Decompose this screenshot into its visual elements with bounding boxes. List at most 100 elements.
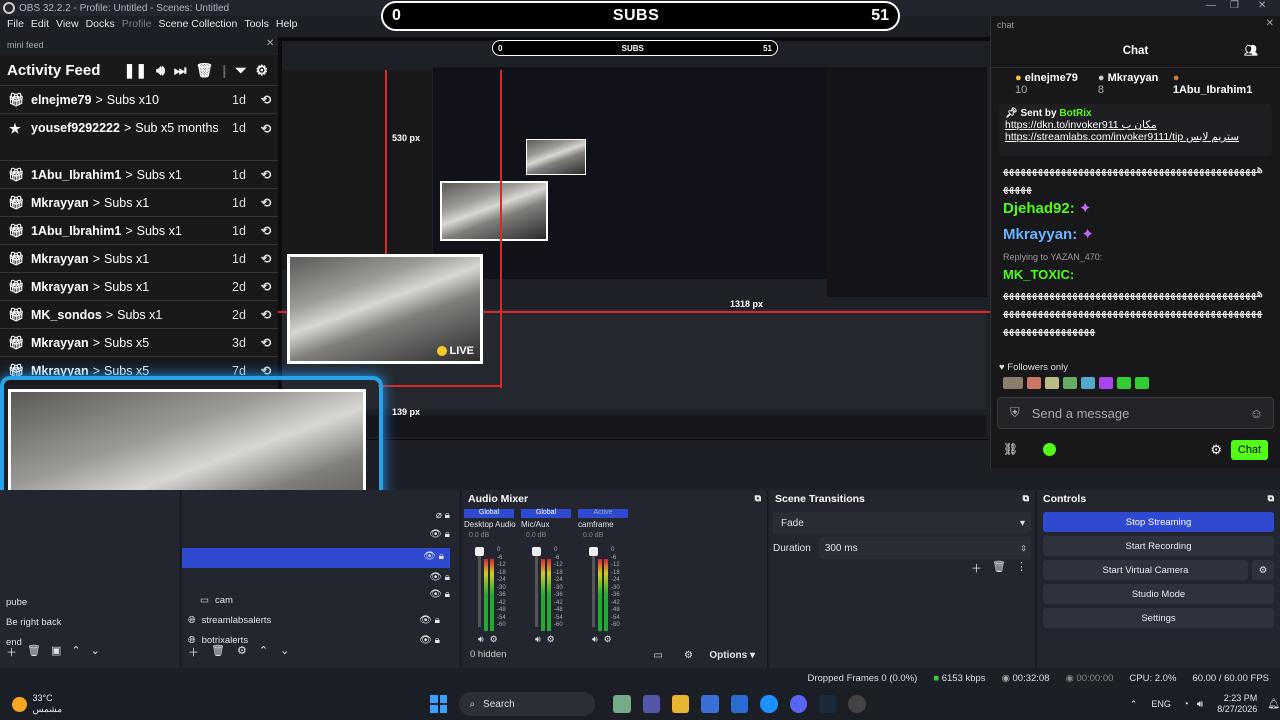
maximize-icon[interactable]: ❐ bbox=[1230, 0, 1239, 11]
minimize-icon[interactable]: — bbox=[1206, 0, 1216, 11]
volume-icon[interactable]: 🔊︎ bbox=[156, 62, 165, 79]
eye-icon[interactable]: ⌀ 🔒︎ bbox=[436, 510, 450, 521]
replay-icon[interactable]: ⟲ bbox=[254, 251, 278, 266]
channel-mode[interactable]: Global bbox=[521, 509, 571, 518]
more-icon[interactable]: ⋮ bbox=[1016, 560, 1027, 576]
mute-icon[interactable]: 🔊︎ bbox=[478, 634, 484, 645]
pause-icon[interactable]: ❚❚ bbox=[124, 62, 147, 79]
float-icon[interactable]: ⧉ bbox=[1268, 493, 1274, 504]
start-virtual-camera-button[interactable]: Start Virtual Camera bbox=[1043, 560, 1248, 580]
channel-settings-icon[interactable]: ⚙ bbox=[604, 634, 612, 645]
close-icon[interactable]: ✕ bbox=[1258, 0, 1266, 11]
scene-item[interactable]: pube bbox=[0, 592, 181, 612]
menu-view[interactable]: View bbox=[49, 16, 79, 32]
add-icon[interactable]: ＋ bbox=[6, 644, 17, 660]
close-dock-icon[interactable]: ✕ bbox=[266, 38, 274, 49]
advanced-icon[interactable]: ⚙ bbox=[684, 650, 693, 661]
studio-mode-button[interactable]: Studio Mode bbox=[1043, 584, 1274, 604]
channel-mode[interactable]: Active bbox=[578, 509, 628, 518]
up-icon[interactable]: ⌃ bbox=[71, 644, 80, 660]
add-icon[interactable]: ＋ bbox=[188, 644, 199, 660]
fader-handle[interactable] bbox=[475, 547, 484, 556]
add-icon[interactable]: ＋ bbox=[971, 560, 982, 576]
channel-name[interactable]: Mic/Aux bbox=[521, 520, 571, 529]
preview-webcam[interactable]: LIVE bbox=[287, 254, 483, 364]
trash-icon[interactable]: 🗑︎ bbox=[211, 644, 225, 660]
volume-fader[interactable] bbox=[589, 547, 598, 627]
start-icon[interactable] bbox=[430, 695, 448, 713]
trash-icon[interactable]: 🗑︎ bbox=[196, 62, 214, 79]
replay-icon[interactable]: ⟲ bbox=[254, 195, 278, 210]
tray-chevron-icon[interactable]: ⌃ bbox=[1130, 699, 1138, 710]
menu-edit[interactable]: Edit bbox=[24, 16, 49, 32]
replay-icon[interactable]: ⟲ bbox=[254, 279, 278, 294]
pinned-link[interactable]: https://dkn.to/invoker911 ﻣﻜﺎن ﺏ bbox=[1005, 119, 1266, 131]
chat-input[interactable]: ⛨ Send a message ☺ bbox=[997, 397, 1274, 429]
trash-icon[interactable]: 🗑︎ bbox=[27, 644, 41, 660]
notification-icon[interactable]: 🔔︎ bbox=[1267, 699, 1280, 710]
transition-select[interactable]: Fade ▾ bbox=[773, 512, 1031, 534]
store-icon[interactable] bbox=[701, 695, 719, 713]
replay-icon[interactable]: ⟲ bbox=[254, 167, 278, 182]
source-item[interactable]: 🌐︎ streamlabsalerts 👁︎ 🔒︎ bbox=[182, 610, 450, 630]
eye-icon[interactable]: 👁︎ 🔒︎ bbox=[429, 572, 450, 583]
channel-settings-icon[interactable]: ⚙ bbox=[490, 634, 498, 645]
float-icon[interactable]: ⧉ bbox=[1023, 493, 1029, 504]
mute-icon[interactable]: 🔊︎ bbox=[535, 634, 541, 645]
channel-settings-icon[interactable]: ⚙ bbox=[547, 634, 555, 645]
kick-icon[interactable] bbox=[1043, 443, 1056, 456]
language-indicator[interactable]: ENG bbox=[1151, 699, 1171, 709]
layout-icon[interactable]: ▭ bbox=[654, 650, 663, 661]
float-icon[interactable]: ⧉ bbox=[755, 493, 761, 504]
chrome-icon[interactable] bbox=[760, 695, 778, 713]
obs-taskbar-icon[interactable] bbox=[848, 695, 866, 713]
channel-name[interactable]: Desktop Audio bbox=[464, 520, 516, 529]
gear-icon[interactable]: ⚙ bbox=[1210, 442, 1222, 458]
discord-icon[interactable] bbox=[789, 695, 807, 713]
mail-icon[interactable] bbox=[730, 695, 749, 713]
volume-tray-icon[interactable]: 🔊︎ bbox=[1197, 699, 1203, 710]
replay-icon[interactable]: ⟲ bbox=[254, 307, 278, 322]
network-icon[interactable]: ◔ bbox=[1183, 699, 1189, 710]
duration-input[interactable]: 300 ms ⇳ bbox=[818, 537, 1031, 559]
replay-icon[interactable]: ⟲ bbox=[254, 92, 278, 107]
stream-preview[interactable]: 0 SUBS 51 530 px 1318 px 139 px LIVE bbox=[278, 37, 990, 440]
channel-name[interactable]: camframe bbox=[578, 520, 628, 529]
menu-docks[interactable]: Docks bbox=[79, 16, 115, 32]
emoji-icon[interactable]: ☺ bbox=[1250, 406, 1263, 421]
menu-file[interactable]: File bbox=[0, 16, 24, 32]
source-item[interactable]: ▭ cam bbox=[182, 590, 450, 610]
replay-icon[interactable]: ⟲ bbox=[254, 223, 278, 238]
menu-help[interactable]: Help bbox=[269, 16, 298, 32]
trash-icon[interactable]: 🗑︎ bbox=[992, 560, 1006, 576]
gear-icon[interactable]: ⚙ bbox=[237, 644, 247, 660]
volume-fader[interactable] bbox=[475, 547, 484, 627]
start-recording-button[interactable]: Start Recording bbox=[1043, 536, 1274, 556]
channel-mode[interactable]: Global bbox=[464, 509, 514, 518]
weather-widget[interactable]: 33°C ﻣﺸﻤﺲ bbox=[33, 693, 63, 715]
filter-icon[interactable]: ⏷ bbox=[235, 62, 246, 79]
app-icon[interactable] bbox=[642, 695, 660, 713]
down-icon[interactable]: ⌄ bbox=[280, 644, 289, 660]
fader-handle[interactable] bbox=[589, 547, 598, 556]
link-icon[interactable]: ⛓ bbox=[1003, 442, 1018, 456]
filter-icon[interactable]: ▣ bbox=[51, 644, 61, 660]
menu-profile[interactable]: Profile bbox=[115, 16, 152, 32]
up-icon[interactable]: ⌃ bbox=[259, 644, 268, 660]
taskbar-search[interactable]: ⌕ Search bbox=[459, 692, 596, 716]
clock[interactable]: 2:23 PM 8/27/2026 bbox=[1217, 693, 1257, 715]
gear-icon[interactable]: ⚙ bbox=[255, 62, 268, 79]
replay-icon[interactable]: ⟲ bbox=[254, 335, 278, 350]
scene-item[interactable]: Be right back bbox=[0, 612, 181, 632]
options-button[interactable]: Options ▾ bbox=[709, 650, 755, 661]
mute-icon[interactable]: 🔊︎ bbox=[592, 634, 598, 645]
steam-icon[interactable] bbox=[819, 695, 837, 713]
chat-send-button[interactable]: Chat bbox=[1231, 440, 1268, 460]
menu-scene-collection[interactable]: Scene Collection bbox=[152, 16, 238, 32]
eye-icon[interactable]: 👁︎ 🔒︎ bbox=[429, 529, 450, 540]
down-icon[interactable]: ⌄ bbox=[91, 644, 100, 660]
stop-streaming-button[interactable]: Stop Streaming bbox=[1043, 512, 1274, 532]
virtual-camera-settings-icon[interactable]: ⚙ bbox=[1252, 560, 1274, 580]
fader-handle[interactable] bbox=[532, 547, 541, 556]
task-view-icon[interactable] bbox=[613, 695, 631, 713]
